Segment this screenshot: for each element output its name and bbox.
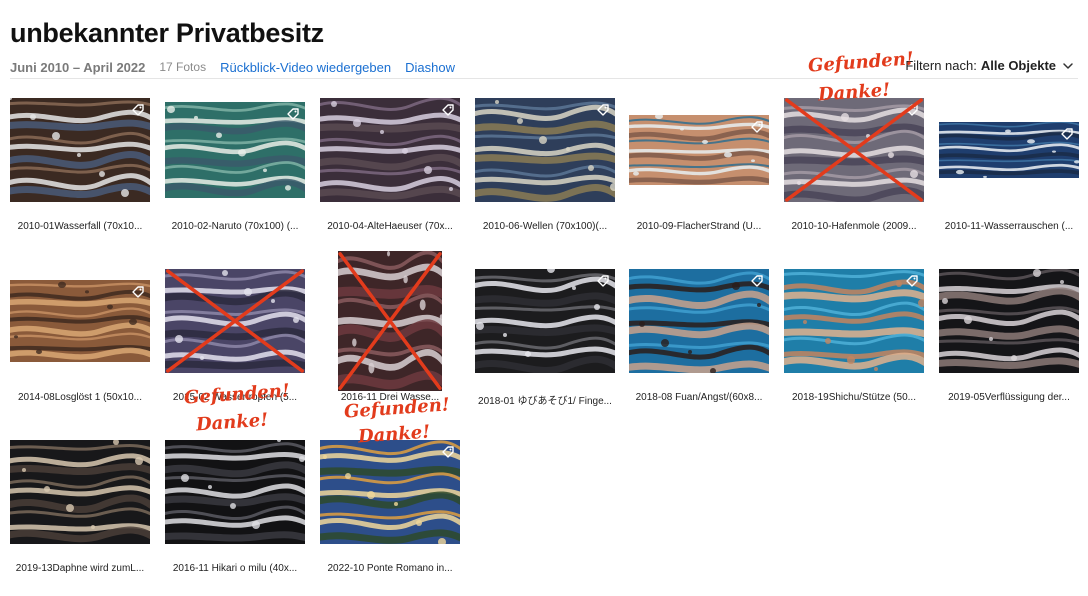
painting-image: [939, 269, 1079, 373]
tag-icon: [287, 108, 299, 120]
photo-thumbnail[interactable]: 2018-01 ゆびあそび1/ Finge...: [470, 251, 620, 411]
photo-thumbnail[interactable]: 2018-08 Fuan/Angst/(60x8...: [624, 251, 774, 411]
photo-thumbnail[interactable]: 2014-08Losglöst 1 (50x10...: [5, 251, 155, 411]
painting-image: [939, 122, 1079, 178]
album-title: unbekannter Privatbesitz: [10, 18, 324, 48]
painting-image: [165, 102, 305, 198]
painting-image: [320, 440, 460, 544]
photo-caption: 2010-01Wasserfall (70x10...: [17, 221, 143, 232]
painting-image: [165, 269, 305, 373]
photo-thumbnail[interactable]: 2010-11-Wasserrauschen (...: [934, 80, 1084, 240]
photo-thumbnail[interactable]: 2010-04-AlteHaeuser (70x...: [315, 80, 465, 240]
photo-caption: 2010-06-Wellen (70x100)(...: [482, 221, 608, 232]
slideshow-link[interactable]: Diashow: [405, 60, 455, 75]
photo-frame: [160, 251, 310, 391]
photo-caption: 2018-01 ゆびあそび1/ Finge...: [478, 396, 612, 407]
photo-caption: 2019-05Verflüssigung der...: [948, 392, 1070, 403]
tag-icon: [1061, 128, 1073, 140]
tag-icon: [132, 104, 144, 116]
annotation-found-1: Gefunden!: [807, 48, 915, 77]
date-range: Juni 2010 – April 2022: [10, 59, 146, 75]
memory-video-link[interactable]: Rückblick-Video wiedergeben: [220, 60, 391, 75]
photo-frame: [470, 80, 620, 220]
photo-frame: [624, 80, 774, 220]
photo-caption: 2019-13Daphne wird zumL...: [15, 563, 145, 574]
header-divider: [10, 78, 1078, 79]
photo-thumbnail[interactable]: 2019-13Daphne wird zumL...: [5, 422, 155, 582]
photo-frame: [779, 251, 929, 391]
photo-frame: [5, 80, 155, 220]
photo-frame: [160, 80, 310, 220]
photo-caption: 2022-10 Ponte Romano in...: [327, 563, 453, 574]
photo-frame: [934, 251, 1084, 391]
photo-caption: 2010-11-Wasserrauschen (...: [944, 221, 1074, 232]
photo-caption: 2010-04-AlteHaeuser (70x...: [327, 221, 453, 232]
photo-frame: [160, 422, 310, 562]
painting-image: [338, 251, 442, 391]
filter-value: Alle Objekte: [980, 58, 1056, 73]
tag-icon: [751, 121, 763, 133]
photo-frame: [934, 80, 1084, 220]
painting-image: [784, 98, 924, 202]
photo-frame: [624, 251, 774, 391]
photo-thumbnail[interactable]: 2016-11 Hikari o milu (40x...: [160, 422, 310, 582]
chevron-down-icon: [1063, 62, 1073, 69]
tag-icon: [597, 104, 609, 116]
tag-icon: [751, 275, 763, 287]
photo-frame: [315, 251, 465, 391]
album-subheader: Juni 2010 – April 2022 17 Fotos Rückblic…: [10, 58, 455, 76]
tag-icon: [597, 275, 609, 287]
painting-image: [629, 115, 769, 185]
tag-icon: [906, 275, 918, 287]
tag-icon: [132, 286, 144, 298]
tag-icon: [442, 104, 454, 116]
photo-caption: 2018-19Shichu/Stütze (50...: [792, 392, 916, 403]
photo-thumbnail[interactable]: 2010-10-Hafenmole (2009...: [779, 80, 929, 240]
tag-icon: [906, 104, 918, 116]
photo-caption: 2016-11 Hikari o milu (40x...: [172, 563, 298, 574]
filter-dropdown[interactable]: Filtern nach: Alle Objekte: [905, 58, 1074, 73]
painting-image: [165, 440, 305, 544]
photo-thumbnail[interactable]: 2010-06-Wellen (70x100)(...: [470, 80, 620, 240]
painting-image: [784, 269, 924, 373]
painting-image: [10, 280, 150, 362]
photo-thumbnail[interactable]: 2010-01Wasserfall (70x10...: [5, 80, 155, 240]
photo-thumbnail[interactable]: 2016-11 Drei Wasse...: [315, 251, 465, 411]
painting-image: [475, 269, 615, 373]
painting-image: [10, 98, 150, 202]
photo-thumbnail[interactable]: 2022-10 Ponte Romano in...: [315, 422, 465, 582]
photo-frame: [315, 80, 465, 220]
photo-frame: [5, 251, 155, 391]
photo-thumbnail[interactable]: 2018-19Shichu/Stütze (50...: [779, 251, 929, 411]
photo-caption: 2010-02-Naruto (70x100) (...: [171, 221, 299, 232]
filter-label: Filtern nach:: [905, 58, 977, 73]
photo-caption: 2010-09-FlacherStrand (U...: [636, 221, 762, 232]
photo-caption: 2018-08 Fuan/Angst/(60x8...: [635, 392, 763, 403]
photo-frame: [5, 422, 155, 562]
photo-caption: 2014-08Losglöst 1 (50x10...: [18, 392, 142, 403]
photo-count: 17 Fotos: [159, 60, 207, 74]
painting-image: [629, 269, 769, 373]
painting-image: [10, 440, 150, 544]
photo-thumbnail[interactable]: 2010-02-Naruto (70x100) (...: [160, 80, 310, 240]
photo-caption: 2010-10-Hafenmole (2009...: [791, 221, 917, 232]
photo-frame: [470, 251, 620, 391]
painting-image: [320, 98, 460, 202]
photo-thumbnail[interactable]: 2019-05Verflüssigung der...: [934, 251, 1084, 411]
tag-icon: [442, 446, 454, 458]
photo-thumbnail[interactable]: 2010-09-FlacherStrand (U...: [624, 80, 774, 240]
painting-image: [475, 98, 615, 202]
